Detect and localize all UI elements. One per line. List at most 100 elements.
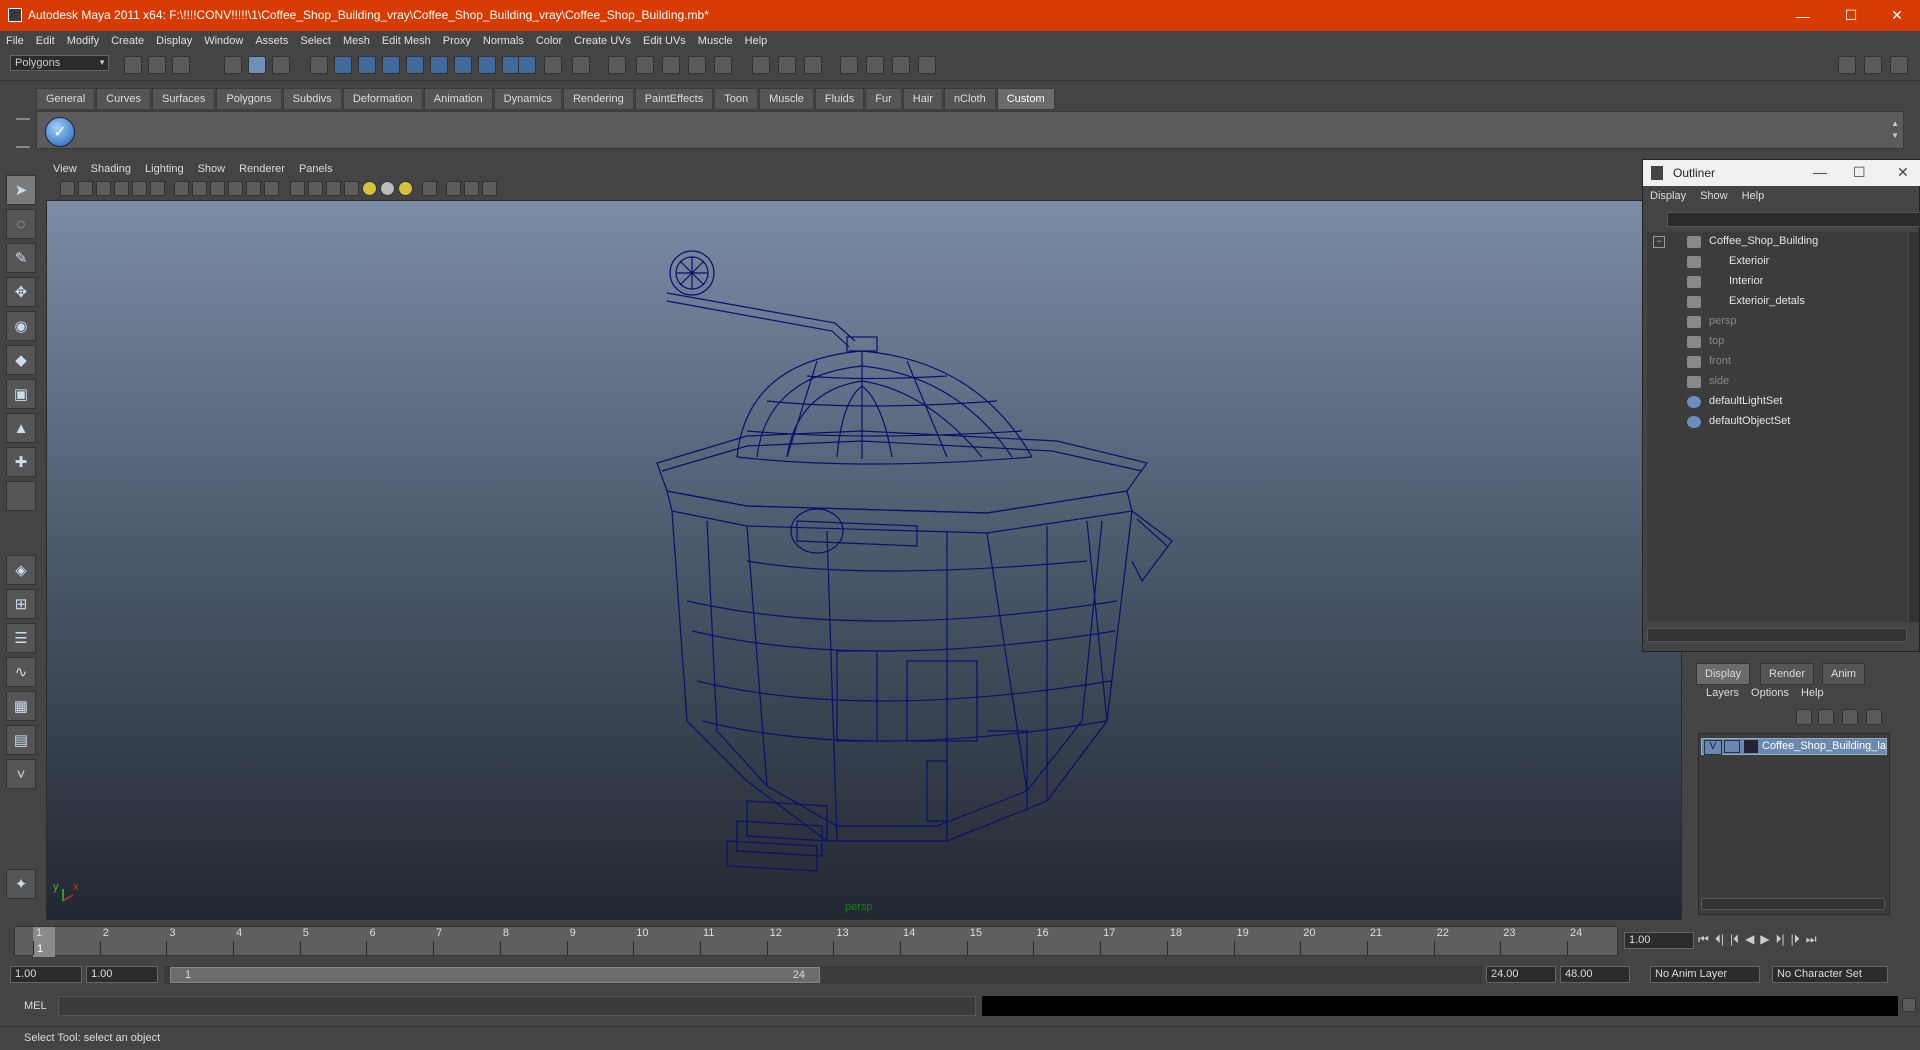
viewport-menu-lighting[interactable]: Lighting: [138, 163, 191, 175]
snap-view-plane-icon[interactable]: [688, 56, 706, 74]
layout-options-icon[interactable]: ˅: [6, 759, 36, 789]
safe-action-icon[interactable]: [228, 181, 243, 196]
safe-title-icon[interactable]: [246, 181, 261, 196]
close-button[interactable]: ✕: [1874, 0, 1920, 31]
menu-muscle[interactable]: Muscle: [692, 35, 739, 47]
command-language-label[interactable]: MEL: [24, 1000, 47, 1012]
camera-attributes-icon[interactable]: [78, 181, 93, 196]
menu-create-uvs[interactable]: Create UVs: [568, 35, 637, 47]
menu-color[interactable]: Color: [530, 35, 568, 47]
soft-mod-tool-icon[interactable]: ▲: [6, 413, 36, 443]
go-to-end-icon[interactable]: ⏭: [1806, 932, 1817, 947]
perspective-viewport[interactable]: y x persp: [46, 200, 1682, 920]
layer-visibility-toggle[interactable]: V: [1704, 740, 1722, 755]
viewport-menu-show[interactable]: Show: [191, 163, 233, 175]
script-icon[interactable]: ✦: [6, 869, 36, 899]
outliner-menu-display[interactable]: Display: [1643, 190, 1693, 202]
paint-select-tool-icon[interactable]: ✎: [6, 243, 36, 273]
construction-history-icon[interactable]: [804, 56, 822, 74]
select-component-icon[interactable]: [272, 56, 290, 74]
character-set-selector[interactable]: No Character Set: [1772, 966, 1888, 983]
render-settings-icon[interactable]: [918, 56, 936, 74]
menu-edit-uvs[interactable]: Edit UVs: [637, 35, 692, 47]
outliner-menu-help[interactable]: Help: [1735, 190, 1772, 202]
select-hierarchy-icon[interactable]: [224, 56, 242, 74]
select-joints-icon[interactable]: [358, 56, 376, 74]
layer-horizontal-scrollbar[interactable]: [1701, 898, 1885, 910]
attribute-editor-toggle-icon[interactable]: [1838, 56, 1856, 74]
open-scene-icon[interactable]: [148, 56, 166, 74]
new-empty-layer-icon[interactable]: [1842, 709, 1858, 725]
maximize-button[interactable]: ☐: [1828, 0, 1874, 31]
new-layer-from-selected-icon[interactable]: [1866, 709, 1882, 725]
tab-fur[interactable]: Fur: [865, 88, 902, 110]
outliner-item[interactable]: Coffee_Shop_Building: [1647, 232, 1907, 252]
outliner-item[interactable]: defaultLightSet: [1647, 392, 1907, 412]
default-light-icon[interactable]: [398, 181, 413, 196]
universal-manipulator-icon[interactable]: ▣: [6, 379, 36, 409]
minimize-button[interactable]: —: [1780, 0, 1826, 31]
tab-toon[interactable]: Toon: [714, 88, 759, 110]
new-scene-icon[interactable]: [124, 56, 142, 74]
gate-mask-icon[interactable]: [192, 181, 207, 196]
tab-layer-anim[interactable]: Anim: [1822, 663, 1866, 685]
shadows-icon[interactable]: [380, 181, 395, 196]
outliner-close-button[interactable]: ✕: [1897, 164, 1909, 181]
time-slider[interactable]: 1 1 2 3 4 5 6 7 8 9 10 11 12 13 14 15 16 17 18 19 20 21 22 23 2…: [14, 926, 1618, 957]
tab-muscle[interactable]: Muscle: [759, 88, 814, 110]
shelf-scroll-arrows[interactable]: ▲ ▼: [1891, 118, 1899, 142]
layer-menu-layers[interactable]: Layers: [1700, 687, 1745, 699]
step-forward-key-icon[interactable]: |⏵: [1791, 932, 1800, 947]
xray-icon[interactable]: [446, 181, 461, 196]
film-gate-icon[interactable]: [150, 181, 165, 196]
wireframe-icon[interactable]: [290, 181, 305, 196]
play-backwards-icon[interactable]: ◀: [1745, 932, 1754, 947]
menu-display[interactable]: Display: [150, 35, 198, 47]
use-all-lights-icon[interactable]: [362, 181, 377, 196]
tab-ncloth[interactable]: nCloth: [943, 88, 996, 110]
outliner-maximize-button[interactable]: ☐: [1853, 164, 1866, 181]
render-frame-icon[interactable]: [866, 56, 884, 74]
select-deformations-icon[interactable]: [430, 56, 448, 74]
step-back-key-icon[interactable]: ⏴|: [1715, 932, 1724, 947]
texture-placement-icon[interactable]: [264, 181, 279, 196]
outliner-item[interactable]: defaultObjectSet: [1647, 412, 1907, 432]
outliner-item[interactable]: side: [1647, 372, 1907, 392]
outliner-item[interactable]: front: [1647, 352, 1907, 372]
step-forward-frame-icon[interactable]: ⏵|: [1776, 932, 1785, 947]
snap-point-icon[interactable]: [662, 56, 680, 74]
tab-layer-display[interactable]: Display: [1696, 663, 1751, 685]
tab-surfaces[interactable]: Surfaces: [151, 88, 216, 110]
last-tool-icon[interactable]: [6, 481, 36, 511]
layer-menu-options[interactable]: Options: [1745, 687, 1795, 699]
move-layer-up-icon[interactable]: [1796, 709, 1812, 725]
outliner-item[interactable]: persp: [1647, 312, 1907, 332]
playback-end-field[interactable]: 24.00: [1486, 966, 1556, 983]
outliner-item[interactable]: Exterioir: [1647, 252, 1907, 272]
tab-rendering[interactable]: Rendering: [562, 88, 634, 110]
scale-tool-icon[interactable]: ◆: [6, 345, 36, 375]
four-view-layout-icon[interactable]: ⊞: [6, 589, 36, 619]
menu-normals[interactable]: Normals: [477, 35, 530, 47]
command-input[interactable]: [58, 996, 976, 1016]
menu-mesh[interactable]: Mesh: [337, 35, 376, 47]
viewport-menu-panels[interactable]: Panels: [292, 163, 340, 175]
save-scene-icon[interactable]: [172, 56, 190, 74]
outliner-item[interactable]: Interior: [1647, 272, 1907, 292]
tab-custom[interactable]: Custom: [996, 88, 1055, 110]
channel-box-toggle-icon[interactable]: [1890, 56, 1908, 74]
image-plane-icon[interactable]: [114, 181, 129, 196]
wireframe-on-shaded-icon[interactable]: [326, 181, 341, 196]
output-ops-icon[interactable]: [778, 56, 796, 74]
menu-select[interactable]: Select: [294, 35, 337, 47]
tab-fluids[interactable]: Fluids: [814, 88, 865, 110]
help-icon[interactable]: [518, 56, 536, 74]
tab-subdivs[interactable]: Subdivs: [282, 88, 342, 110]
menu-modify[interactable]: Modify: [61, 35, 105, 47]
move-tool-icon[interactable]: ✥: [6, 277, 36, 307]
current-time-field[interactable]: 1.00: [1624, 932, 1694, 949]
tab-hair[interactable]: Hair: [902, 88, 943, 110]
viewport-menu-shading[interactable]: Shading: [84, 163, 138, 175]
outliner-vertical-scrollbar[interactable]: [1909, 232, 1919, 622]
menu-edit[interactable]: Edit: [30, 35, 61, 47]
